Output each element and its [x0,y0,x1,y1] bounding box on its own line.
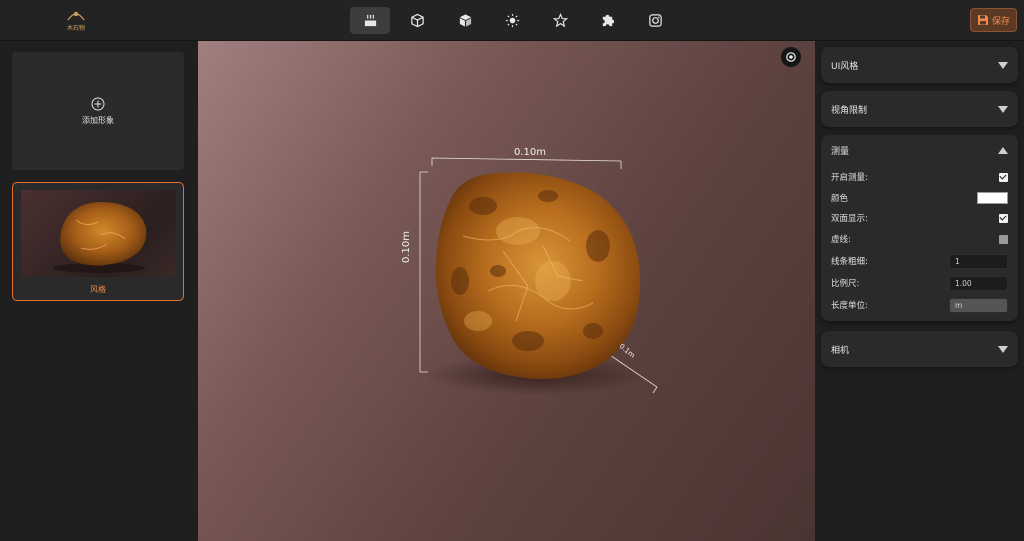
measure-unit-label: 长度单位: [831,301,868,311]
measure-scale-row: 比例尺: 1.00 [831,275,1008,291]
accordion-view-limit: 视角限制 [821,91,1018,127]
measure-enable-label: 开启测量: [831,173,868,183]
target-icon [786,52,796,62]
measure-line-width-row: 线条粗细: 1 [831,253,1008,269]
add-avatar-button[interactable]: 添加形象 [12,52,184,170]
measure-dashed-label: 虚线: [831,235,851,245]
measure-enable-row: 开启测量: [831,169,1008,185]
top-toolbar: 木石物 保存 [0,0,1024,41]
accordion-camera: 相机 [821,331,1018,367]
logo-icon [67,11,85,21]
measure-dashed-row: 虚线: [831,231,1008,247]
measure-scale-input[interactable]: 1.00 [949,275,1008,291]
measure-dashed-checkbox[interactable] [999,234,1008,244]
measure-color-row: 颜色 [831,190,1008,206]
tool-scene[interactable] [350,7,390,34]
measure-double-side-label: 双面显示: [831,214,868,224]
star-icon [552,13,568,28]
chevron-down-icon [998,345,1008,353]
tool-plugin[interactable] [587,7,627,34]
add-avatar-label: 添加形象 [82,115,114,125]
dimension-height-label: 0.10m [401,230,412,263]
camera-icon [648,14,662,27]
left-panel: 添加形象 风格 [0,41,198,541]
save-button[interactable]: 保存 [970,8,1017,32]
box-icon [410,13,424,28]
plus-circle-icon [91,97,105,110]
focus-target-button[interactable] [781,47,801,67]
accordion-ui-style-header[interactable]: UI风格 [821,47,1018,83]
measure-color-picker[interactable] [977,192,1008,204]
chevron-down-icon [998,105,1008,113]
dimension-width-label: 0.10m [514,147,547,158]
measure-unit-row: 长度单位: m [831,297,1008,313]
style-label: 风格 [90,285,106,294]
scene-icon [364,14,376,27]
style-card[interactable]: 风格 [12,182,184,301]
accordion-title: 测量 [831,146,850,157]
style-thumbnail [21,190,176,277]
chevron-down-icon [998,61,1008,69]
measure-scale-label: 比例尺: [831,279,860,289]
app-window: 木石物 保存 添加形象 风格 0.10m 0.10m 0.1m UI风格 视角限… [0,0,1024,541]
chevron-up-icon [998,146,1008,154]
right-panel: UI风格 视角限制 测量 开启测量: 颜色 双面显示: 虚线: 线条粗细: 1 … [815,41,1024,541]
accordion-title: 相机 [831,345,850,356]
accordion-measure-header[interactable]: 测量 [821,135,1018,163]
save-label: 保存 [991,16,1010,27]
tool-light[interactable] [492,7,532,34]
logo: 木石物 [60,6,92,34]
save-icon [977,15,988,25]
measure-color-label: 颜色 [831,194,849,204]
cube-icon [459,14,471,27]
tool-box[interactable] [397,7,437,34]
accordion-view-limit-header[interactable]: 视角限制 [821,91,1018,127]
tool-cube[interactable] [445,7,485,34]
accordion-camera-header[interactable]: 相机 [821,331,1018,367]
measure-unit-select[interactable]: m [949,297,1008,313]
accordion-ui-style: UI风格 [821,47,1018,83]
measure-enable-checkbox[interactable] [999,172,1008,182]
tool-favorite[interactable] [540,7,580,34]
light-icon [505,13,519,28]
measure-line-width-label: 线条粗细: [831,257,868,267]
amber-stone-model[interactable] [435,172,641,379]
3d-scene [419,157,658,395]
measure-line-width-input[interactable]: 1 [949,253,1008,269]
puzzle-icon [602,14,614,27]
tool-snapshot[interactable] [635,7,675,34]
measure-double-side-checkbox[interactable] [999,213,1008,223]
accordion-title: UI风格 [831,61,859,72]
accordion-measure: 测量 开启测量: 颜色 双面显示: 虚线: 线条粗细: 1 比例尺: 1.00 … [821,135,1018,321]
measure-double-side-row: 双面显示: [831,210,1008,226]
accordion-title: 视角限制 [831,105,868,116]
3d-viewport[interactable]: 0.10m 0.10m 0.1m [198,41,815,541]
logo-text: 木石物 [66,25,85,32]
amber-thumbnail-image [53,202,147,273]
